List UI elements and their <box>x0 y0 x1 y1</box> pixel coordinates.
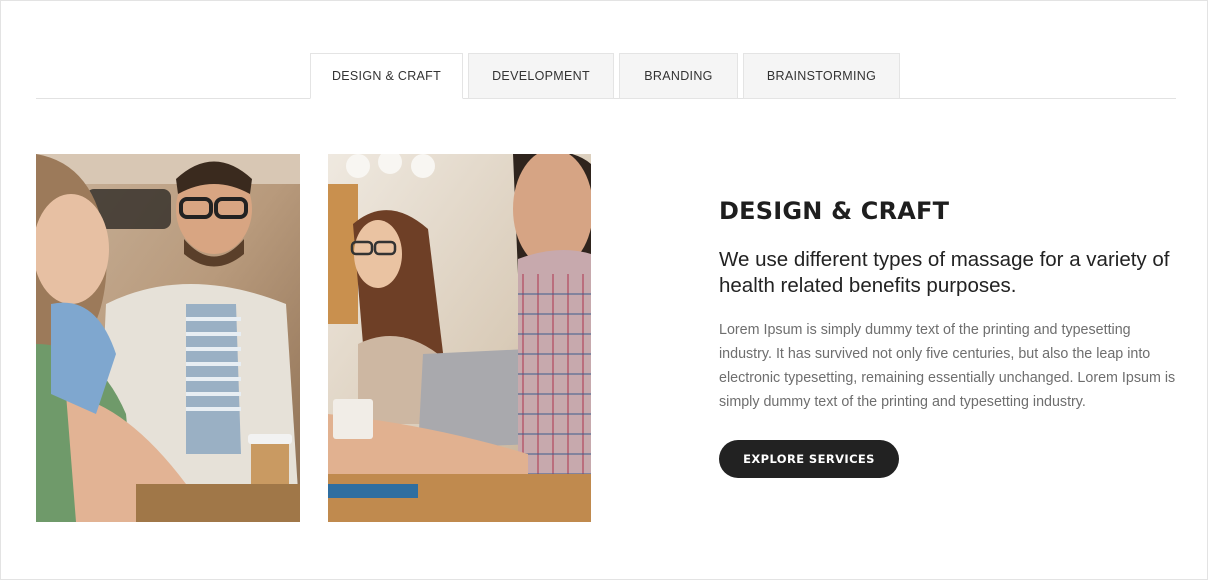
panel-body: Lorem Ipsum is simply dummy text of the … <box>719 322 1176 410</box>
tab-panel-content: DESIGN & CRAFT We use different types of… <box>719 197 1179 414</box>
meeting-photo-left <box>36 154 300 522</box>
meeting-photo-right <box>328 154 591 522</box>
tab-brainstorming[interactable]: BRAINSTORMING <box>743 53 900 99</box>
page-frame: DESIGN & CRAFT DEVELOPMENT BRANDING BRAI… <box>0 0 1208 580</box>
panel-title: DESIGN & CRAFT <box>719 197 950 225</box>
tab-branding[interactable]: BRANDING <box>619 53 738 99</box>
explore-services-button[interactable]: EXPLORE SERVICES <box>719 440 899 478</box>
tab-development[interactable]: DEVELOPMENT <box>468 53 614 99</box>
panel-subtitle: We use different types of massage for a … <box>719 248 1170 297</box>
tab-design-craft[interactable]: DESIGN & CRAFT <box>310 53 463 99</box>
